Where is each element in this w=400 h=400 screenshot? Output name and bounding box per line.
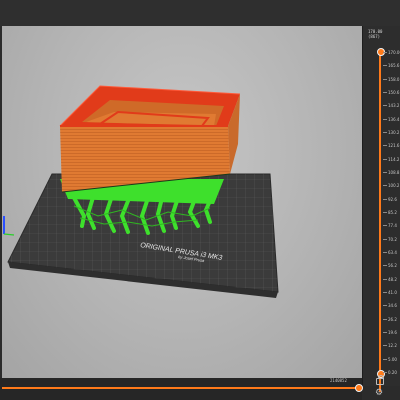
layer-tick-mark: [383, 292, 387, 293]
layer-tick-label: 56.2: [388, 263, 397, 269]
layer-tick-label: 77.4: [388, 223, 397, 229]
layer-tick-label: 143.2: [388, 103, 400, 109]
gear-icon[interactable]: ⚙: [375, 389, 383, 398]
layer-tick-label: 12.2: [388, 343, 397, 349]
layer-tick-mark: [383, 345, 387, 347]
layer-tick-mark: [383, 145, 387, 147]
layer-tick-label: 19.6: [388, 330, 397, 335]
layer-top-label: 170.00 (867): [368, 29, 388, 39]
layer-tick-label: 130.2: [388, 130, 400, 135]
layer-tick-mark: [383, 318, 387, 320]
lock-icon[interactable]: [376, 375, 384, 385]
layer-tick-label: 108.8: [388, 170, 400, 175]
axis-indicator: [3, 216, 15, 236]
layer-top-index: (867): [368, 34, 381, 39]
top-toolbar: [0, 0, 400, 26]
layer-tick-mark: [383, 278, 387, 280]
move-slider-panel: 2140852: [0, 378, 363, 400]
layer-tick-mark: [383, 265, 387, 267]
layer-tick-mark: [383, 172, 387, 173]
layer-tick-mark: [383, 52, 387, 53]
layer-tick-mark: [383, 65, 387, 67]
layer-tick-label: 41.0: [388, 290, 397, 295]
layer-tick-mark: [383, 212, 387, 213]
layer-tick-label: 100.2: [388, 183, 400, 189]
layer-tick-label: 165.6: [388, 63, 400, 69]
layer-tick-mark: [383, 225, 387, 227]
layer-tick-label: 26.2: [388, 316, 397, 322]
layer-tick-mark: [383, 198, 387, 200]
move-slider-track[interactable]: [2, 387, 360, 389]
layer-tick-label: 48.2: [388, 276, 397, 282]
sliced-model: [59, 85, 241, 193]
layer-tick-label: 114.2: [388, 156, 400, 162]
layer-tick-mark: [383, 78, 387, 80]
layer-tick-label: 5.00: [388, 356, 397, 362]
layer-slider-track[interactable]: [379, 50, 381, 392]
layer-tick-label: 0.20: [388, 370, 397, 375]
layer-tick-mark: [383, 158, 387, 160]
layer-tick-label: 34.6: [388, 303, 397, 309]
layer-tick-label: 85.2: [388, 210, 397, 215]
layer-tick-label: 121.6: [388, 143, 400, 149]
layer-tick-mark: [383, 238, 387, 240]
layer-tick-mark: [383, 252, 387, 253]
layer-tick-mark: [383, 305, 387, 307]
3d-preview-viewport[interactable]: ORIGINAL PRUSA i3 MK3 by Josef Prusa: [2, 26, 362, 378]
layer-tick-label: 63.4: [388, 250, 397, 255]
layer-tick-mark: [383, 372, 387, 373]
move-slider-thumb[interactable]: [355, 384, 363, 392]
layer-tick-mark: [383, 118, 387, 120]
layer-tick-label: 170.00: [388, 50, 400, 55]
layer-tick-mark: [383, 332, 387, 333]
layer-tick-label: 150.6: [388, 90, 400, 95]
layer-tick-mark: [383, 358, 387, 360]
layer-tick-label: 136.4: [388, 116, 400, 122]
layer-tick-mark: [383, 105, 387, 107]
layer-slider-panel: 170.00 (867) 170.00 165.6 158.0 150.6 143.2 1…: [362, 26, 400, 398]
layer-tick-label: 92.6: [388, 196, 397, 202]
layer-tick-mark: [383, 185, 387, 187]
layer-tick-mark: [383, 92, 387, 93]
move-slider-label: 2140852: [330, 378, 347, 383]
layer-tick-label: 158.0: [388, 76, 400, 82]
preview-scene: ORIGINAL PRUSA i3 MK3 by Josef Prusa: [3, 85, 279, 298]
layer-tick-mark: [383, 132, 387, 133]
layer-tick-label: 70.2: [388, 236, 397, 242]
